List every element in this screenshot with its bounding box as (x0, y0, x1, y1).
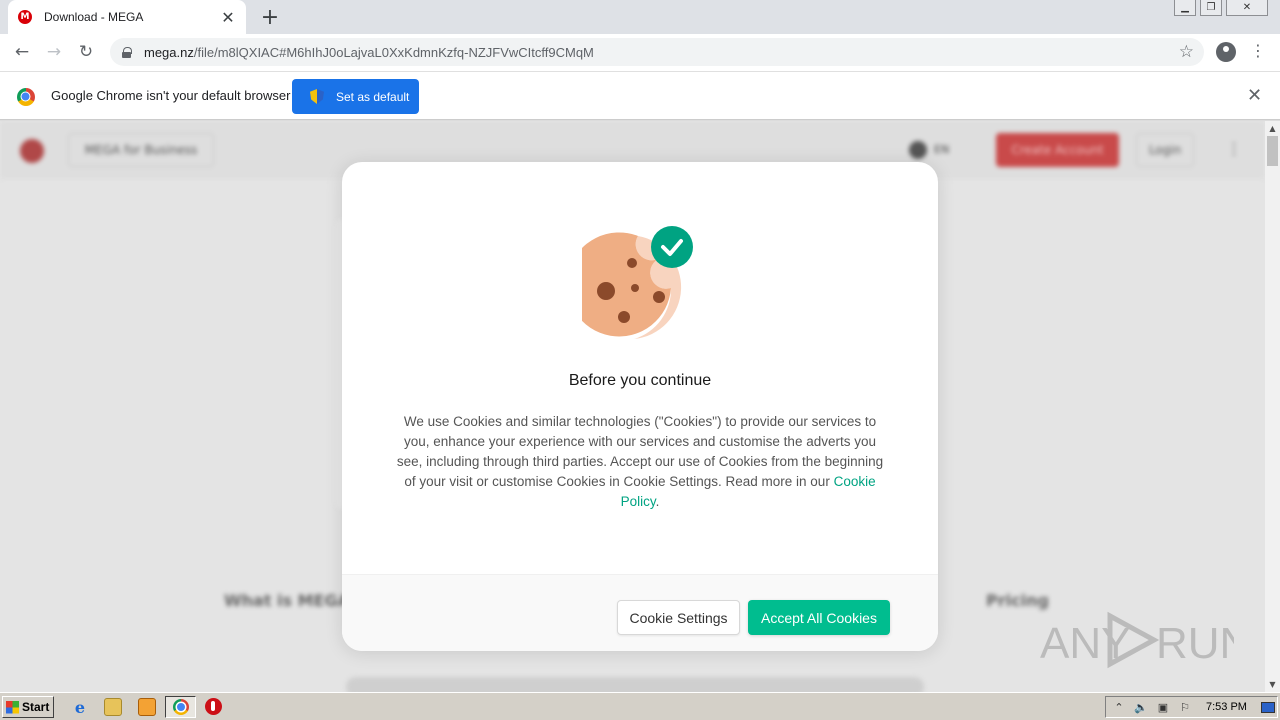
bookmark-star-icon[interactable]: ☆ (1179, 42, 1194, 62)
address-bar[interactable]: mega.nz/file/m8lQXIAC#M6hIhJ0oLajvaL0XxK… (110, 38, 1204, 66)
dialog-title: Before you continue (568, 372, 712, 389)
forward-arrow-icon[interactable]: → (42, 40, 66, 64)
start-button[interactable]: Start (2, 696, 54, 718)
anyrun-watermark-logo: ANY RUN (1040, 611, 1234, 669)
mega-logo-icon (20, 139, 44, 163)
system-tray: ⌃ 🔈 ▣ ⚐ 7:53 PM (1105, 696, 1278, 718)
clock[interactable]: 7:53 PM (1206, 701, 1247, 713)
windows-flag-icon (6, 700, 19, 714)
restore-button[interactable]: ❐ (1200, 0, 1222, 16)
window-controls: ▁ ❐ ✕ (1174, 0, 1268, 16)
cookie-consent-dialog: Before you continue We use Cookies and s… (342, 162, 938, 651)
background-bar (346, 677, 924, 692)
window-close-button[interactable]: ✕ (1226, 0, 1268, 16)
scroll-up-arrow-icon[interactable]: ▲ (1265, 122, 1280, 135)
business-button: MEGA for Business (68, 133, 214, 167)
reload-icon[interactable]: ↻ (74, 40, 98, 64)
dialog-body-end: . (655, 494, 660, 509)
dialog-footer: Cookie Settings Accept All Cookies (342, 574, 938, 651)
volume-icon[interactable]: 🔈 (1134, 700, 1148, 714)
globe-icon (909, 141, 927, 159)
login-button: Login (1136, 133, 1194, 167)
set-as-default-label: Set as default (336, 89, 410, 104)
accept-all-cookies-button[interactable]: Accept All Cookies (748, 600, 890, 635)
tab-title: Download - MEGA (44, 10, 144, 24)
back-arrow-icon[interactable]: ← (10, 40, 34, 64)
mega-favicon-icon: M (18, 10, 32, 24)
dialog-body-text: We use Cookies and similar technologies … (396, 414, 884, 489)
lock-icon[interactable] (122, 46, 132, 58)
set-as-default-button[interactable]: Set as default (292, 79, 419, 114)
page-scrollbar[interactable]: ▲ ▼ (1265, 121, 1280, 692)
windows-taskbar: Start e ⌃ 🔈 ▣ ⚐ 7:53 PM (0, 692, 1280, 720)
chrome-menu-icon[interactable]: ⋮ (1250, 41, 1266, 60)
dialog-body: We use Cookies and similar technologies … (392, 412, 888, 512)
new-tab-button[interactable]: + (259, 5, 281, 30)
uac-shield-icon (310, 89, 324, 104)
url-path: /file/m8lQXIAC#M6hIhJ0oLajvaL0XxKdmnKzfq… (193, 44, 594, 60)
chrome-taskbar-icon (173, 699, 189, 715)
url-host: mega.nz (144, 44, 194, 60)
minimize-button[interactable]: ▁ (1174, 0, 1196, 16)
what-is-mega-heading: What is MEGA (224, 591, 350, 610)
media-player-icon[interactable] (138, 698, 156, 716)
site-menu-icon: ⋮ (1226, 139, 1242, 158)
flag-icon[interactable]: ⚐ (1178, 700, 1192, 714)
language-label: EN (934, 143, 950, 156)
create-account-button: Create Account (996, 133, 1119, 167)
chrome-taskbar-button[interactable] (165, 696, 196, 718)
chrome-logo-icon (17, 88, 35, 106)
url-text[interactable]: mega.nz/file/m8lQXIAC#M6hIhJ0oLajvaL0XxK… (144, 45, 594, 60)
opera-icon[interactable] (205, 698, 222, 715)
browser-toolbar: ← → ↻ mega.nz/file/m8lQXIAC#M6hIhJ0oLajv… (0, 34, 1280, 71)
watermark-text-right: RUN (1156, 619, 1234, 668)
infobar-message: Google Chrome isn't your default browser (51, 88, 291, 103)
file-explorer-icon[interactable] (104, 698, 122, 716)
scroll-down-arrow-icon[interactable]: ▼ (1265, 678, 1280, 691)
network-icon[interactable]: ▣ (1156, 700, 1170, 714)
default-browser-infobar: Google Chrome isn't your default browser… (0, 71, 1280, 120)
cookie-check-icon (582, 226, 693, 339)
cookie-settings-button[interactable]: Cookie Settings (617, 600, 740, 635)
internet-explorer-icon[interactable]: e (71, 698, 89, 717)
browser-tab[interactable]: M Download - MEGA ✕ (8, 0, 246, 34)
expand-tray-icon[interactable]: ⌃ (1112, 700, 1126, 714)
scroll-thumb[interactable] (1267, 136, 1278, 166)
start-label: Start (22, 700, 50, 714)
show-desktop-icon[interactable] (1260, 701, 1275, 713)
profile-avatar-icon[interactable] (1216, 42, 1236, 62)
tab-close-icon[interactable]: ✕ (220, 8, 236, 27)
infobar-close-icon[interactable]: ✕ (1247, 85, 1262, 106)
tab-strip: M Download - MEGA ✕ + ▁ ❐ ✕ (0, 0, 1280, 34)
